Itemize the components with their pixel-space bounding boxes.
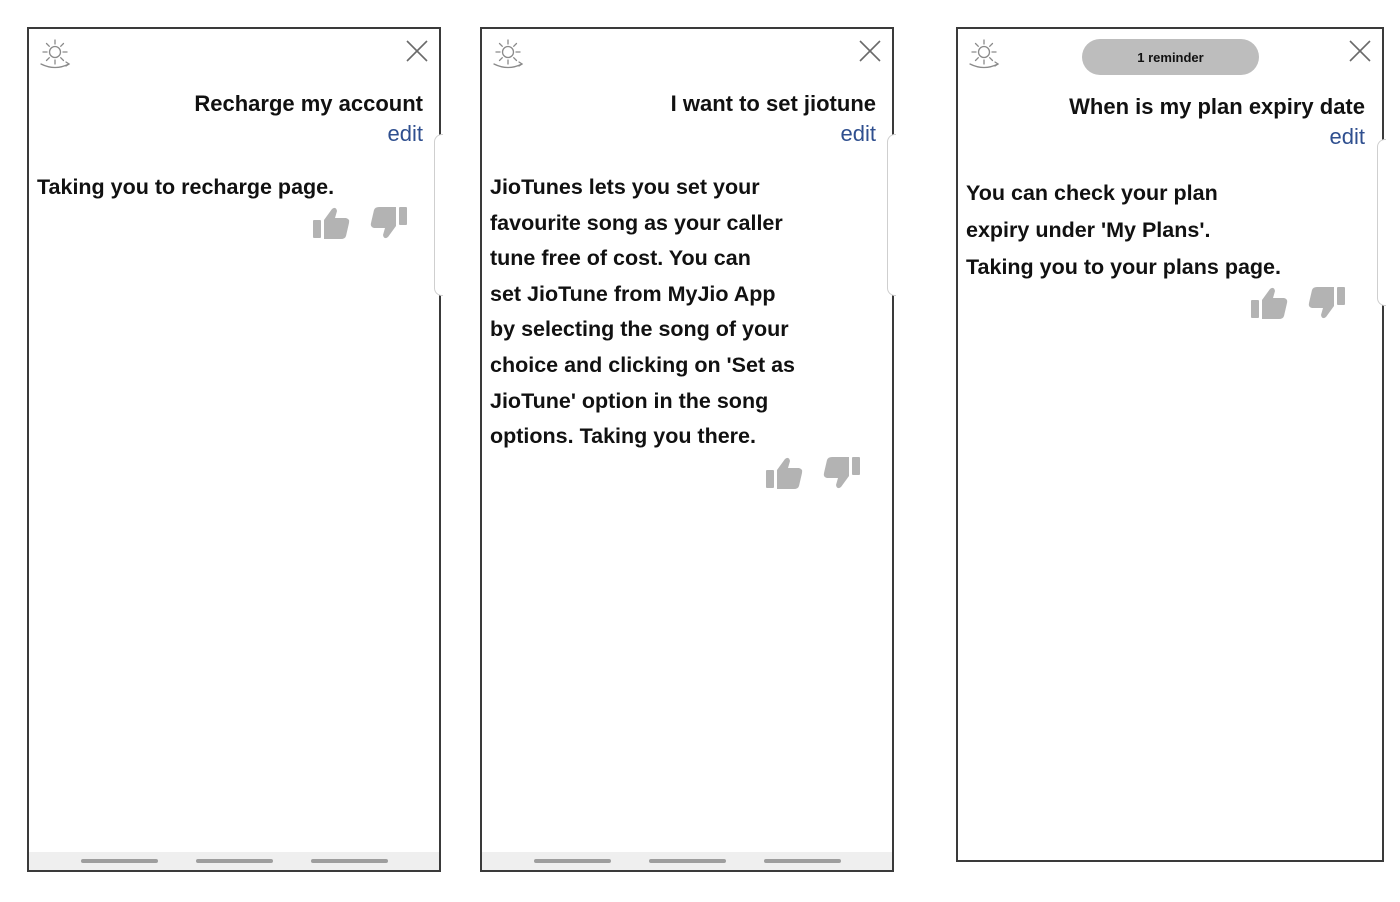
assistant-response: Taking you to recharge page. — [37, 170, 334, 206]
thumbs-up-button[interactable] — [765, 455, 803, 491]
bottom-nav-bar — [29, 852, 439, 870]
scroll-handle[interactable] — [434, 134, 443, 296]
close-button[interactable] — [856, 37, 884, 65]
edit-query-link[interactable]: edit — [841, 121, 876, 147]
user-query: When is my plan expiry date — [1069, 94, 1365, 119]
reminder-badge[interactable]: 1 reminder — [1082, 39, 1259, 75]
response-line: JioTune' option in the song — [490, 388, 769, 413]
close-icon — [406, 40, 428, 62]
close-icon — [859, 40, 881, 62]
thumbs-up-button[interactable] — [312, 205, 350, 241]
feedback-buttons — [312, 205, 408, 241]
response-line: expiry under 'My Plans'. — [966, 217, 1211, 242]
thumbs-up-icon — [1251, 287, 1288, 319]
assistant-response: JioTunes lets you set your favourite son… — [490, 170, 795, 455]
thumbs-down-button[interactable] — [370, 205, 408, 241]
nav-handle[interactable] — [763, 859, 841, 863]
assistant-panel-jiotune: I want to set jiotune edit JioTunes lets… — [480, 27, 896, 872]
response-line: You can check your plan — [966, 181, 1218, 205]
nav-handle[interactable] — [533, 859, 611, 863]
close-icon — [1349, 40, 1371, 62]
assistant-sun-icon[interactable] — [966, 37, 1002, 73]
thumbs-up-icon — [766, 457, 803, 489]
scroll-handle[interactable] — [887, 134, 896, 296]
edit-query-link[interactable]: edit — [1330, 124, 1365, 150]
feedback-buttons — [1250, 285, 1346, 321]
assistant-sun-icon[interactable] — [490, 37, 526, 73]
thumbs-down-button[interactable] — [823, 455, 861, 491]
response-line: Taking you to recharge page. — [37, 175, 335, 199]
response-line: favourite song as your caller — [490, 210, 783, 235]
bottom-nav-bar — [482, 852, 892, 870]
nav-handle[interactable] — [310, 859, 388, 863]
assistant-sun-icon[interactable] — [37, 37, 73, 73]
response-line: set JioTune from MyJio App — [490, 281, 776, 306]
user-query: I want to set jiotune — [670, 91, 876, 116]
nav-handle[interactable] — [648, 859, 726, 863]
assistant-response: You can check your plan expiry under 'My… — [966, 175, 1281, 285]
assistant-panel-recharge: Recharge my account edit Taking you to r… — [27, 27, 443, 872]
response-line: JioTunes lets you set your — [490, 175, 760, 199]
response-line: choice and clicking on 'Set as — [490, 352, 796, 377]
response-line: options. Taking you there. — [490, 424, 756, 449]
nav-handle[interactable] — [195, 859, 273, 863]
close-button[interactable] — [403, 37, 431, 65]
thumbs-down-icon — [823, 457, 860, 489]
thumbs-up-icon — [313, 207, 350, 239]
thumbs-down-button[interactable] — [1308, 285, 1346, 321]
nav-handle[interactable] — [80, 859, 158, 863]
close-button[interactable] — [1346, 37, 1374, 65]
user-query: Recharge my account — [194, 91, 423, 116]
response-line: by selecting the song of your — [490, 317, 789, 342]
response-line: Taking you to your plans page. — [966, 254, 1281, 279]
thumbs-down-icon — [1308, 287, 1345, 319]
thumbs-down-icon — [370, 207, 407, 239]
scroll-handle[interactable] — [1377, 139, 1386, 306]
response-line: tune free of cost. You can — [490, 246, 751, 271]
assistant-panel-plan-expiry: 1 reminder When is my plan expiry date e… — [956, 27, 1386, 862]
edit-query-link[interactable]: edit — [388, 121, 423, 147]
feedback-buttons — [765, 455, 861, 491]
thumbs-up-button[interactable] — [1250, 285, 1288, 321]
